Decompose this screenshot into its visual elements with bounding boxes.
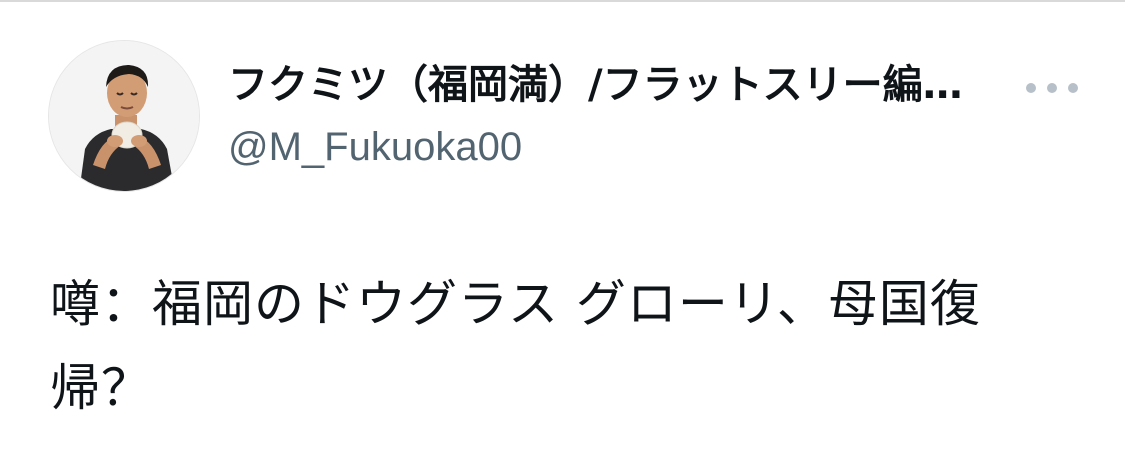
- top-divider: [0, 0, 1125, 2]
- author-display-name[interactable]: フクミツ（福岡満）/フラットスリー編…: [228, 58, 1018, 112]
- author-handle[interactable]: @M_Fukuoka00: [228, 124, 1018, 170]
- more-options-button[interactable]: [1026, 72, 1078, 104]
- more-options-icon-dot: [1047, 83, 1057, 93]
- more-options-icon: [1026, 83, 1036, 93]
- tweet-header: フクミツ（福岡満）/フラットスリー編… @M_Fukuoka00: [228, 58, 1018, 170]
- author-avatar[interactable]: [48, 40, 200, 192]
- tweet-text: 噂：福岡のドウグラス グローリ、母国復帰？: [50, 275, 981, 417]
- person-avatar-icon: [49, 41, 199, 191]
- more-options-icon-dot: [1068, 83, 1078, 93]
